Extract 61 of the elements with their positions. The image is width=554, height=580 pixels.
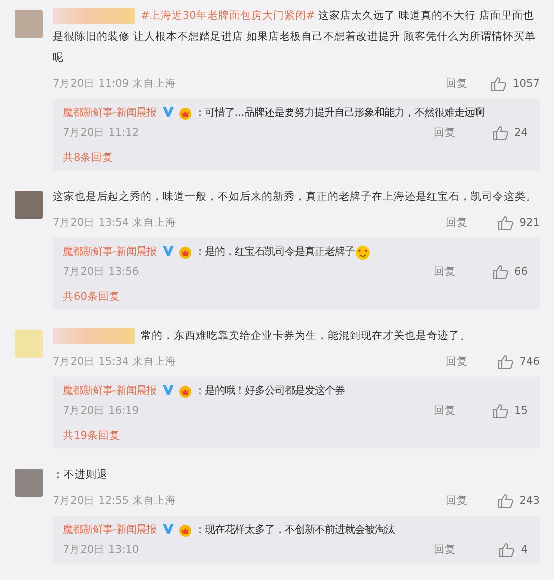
- verified-v-icon: [162, 384, 175, 396]
- like-button[interactable]: 243: [490, 494, 540, 508]
- thumbs-up-icon: [498, 216, 514, 230]
- reply-time: 7月20日 13:56: [63, 265, 140, 279]
- more-replies-link[interactable]: 共8条回复: [63, 151, 528, 165]
- badge-icon: [178, 106, 193, 121]
- reply-time: 7月20日 16:19: [63, 404, 140, 418]
- reply-author-link[interactable]: 魔都新鲜事-新闻晨报: [63, 382, 157, 401]
- like-button[interactable]: 66: [478, 264, 528, 280]
- avatar-placeholder[interactable]: [15, 330, 43, 358]
- comment-time: 7月20日 12:55 来自上海: [53, 494, 178, 508]
- verified-v-icon: [162, 523, 175, 535]
- reply-text: ：是的哦！好多公司都是发这个券: [194, 384, 345, 399]
- avatar-placeholder[interactable]: [15, 469, 43, 497]
- thumbs-up-icon: [498, 494, 514, 508]
- thumbs-up-icon: [492, 264, 509, 280]
- like-button[interactable]: 15: [478, 404, 528, 418]
- reply-text: ：可惜了...品牌还是要努力提升自己形象和能力，不然很难走远啊: [194, 106, 485, 121]
- comment-time: 7月20日 11:09 来自上海: [53, 77, 178, 91]
- like-button[interactable]: 24: [478, 126, 528, 140]
- verified-v-icon: [162, 245, 175, 257]
- reply-text: ：是的，红宝石凯司令是真正老牌子: [194, 245, 355, 260]
- comment-text: 这家也是后起之秀的，味道一般，不如后来的新秀，真正的老牌子在上海还是红宝石，凯司令这类。: [53, 190, 538, 205]
- comment-text: #上海近30年老牌面包房大门紧闭# 这家店太久远了 味道真的不大行 店面里面也是很陈旧的装修 让人根本不想踏足进店 如果店老板自己不想着改进提升 顾客凭什么为所谓情怀买单呢: [53, 7, 538, 66]
- verified-v-icon: [162, 106, 175, 118]
- reply-button[interactable]: 回复: [434, 543, 456, 557]
- reply-button[interactable]: 回复: [446, 77, 468, 91]
- like-button[interactable]: 1057: [490, 76, 540, 92]
- comment-time: 7月20日 13:54 来自上海: [53, 216, 178, 230]
- reply-button[interactable]: 回复: [434, 126, 456, 140]
- reply-time: 7月20日 13:10: [63, 543, 140, 557]
- thumbs-up-icon: [498, 354, 514, 370]
- comment-text: 常的，东西难吃靠卖给企业卡券为生，能混到现在才关也是奇迹了。: [53, 326, 540, 347]
- hashtag-link[interactable]: #上海近30年老牌面包房大门紧闭#: [141, 10, 316, 22]
- heart-eyes-emoji-icon: [354, 244, 371, 260]
- like-button[interactable]: 746: [490, 354, 540, 370]
- reply-button[interactable]: 回复: [434, 265, 456, 279]
- reply-time: 7月20日 11:12: [63, 126, 140, 140]
- reply-text: ：现在花样太多了，不创新不前进就会被淘汰: [194, 523, 395, 538]
- avatar-placeholder[interactable]: [15, 10, 43, 38]
- reply-button[interactable]: 回复: [446, 494, 468, 508]
- badge-icon: [178, 523, 193, 538]
- thumbs-up-icon: [492, 404, 509, 418]
- reply-button[interactable]: 回复: [446, 355, 468, 369]
- thumbs-up-icon: [492, 126, 509, 140]
- reply-button[interactable]: 回复: [434, 404, 456, 418]
- more-replies-link[interactable]: 共19条回复: [63, 429, 528, 443]
- reply-button[interactable]: 回复: [446, 216, 468, 230]
- thumbs-up-icon: [499, 542, 516, 558]
- reply-author-link[interactable]: 魔都新鲜事-新闻晨报: [63, 104, 157, 123]
- avatar-placeholder[interactable]: [15, 191, 43, 219]
- badge-icon: [178, 245, 193, 260]
- like-button[interactable]: 4: [478, 542, 528, 558]
- more-replies-link[interactable]: 共60条回复: [63, 290, 528, 304]
- comment-text: ：不进则退: [53, 468, 109, 483]
- like-button[interactable]: 921: [490, 216, 540, 230]
- reply-author-link[interactable]: 魔都新鲜事-新闻晨报: [63, 521, 157, 540]
- thumbs-up-icon: [491, 76, 508, 92]
- comment-time: 7月20日 15:34 来自上海: [53, 355, 178, 369]
- reply-author-link[interactable]: 魔都新鲜事-新闻晨报: [63, 243, 157, 262]
- badge-icon: [178, 384, 193, 399]
